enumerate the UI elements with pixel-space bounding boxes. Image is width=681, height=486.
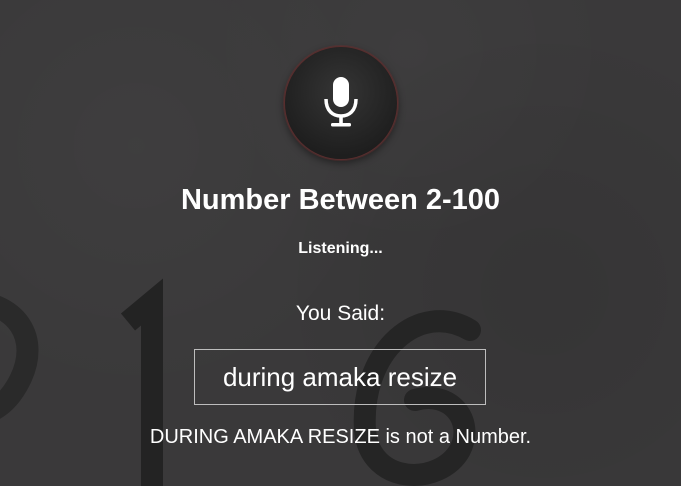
microphone-icon — [324, 77, 358, 127]
prompt-title: Number Between 2-100 — [180, 184, 501, 216]
microphone-button[interactable] — [284, 46, 398, 160]
transcript-text: during amaka resize — [222, 361, 458, 392]
error-message: DURING AMAKA RESIZE is not a Number. — [149, 426, 532, 448]
you-said-label: You Said: — [295, 302, 386, 325]
listening-status: Listening... — [298, 240, 383, 257]
transcript-box: during amaka resize — [194, 349, 486, 405]
